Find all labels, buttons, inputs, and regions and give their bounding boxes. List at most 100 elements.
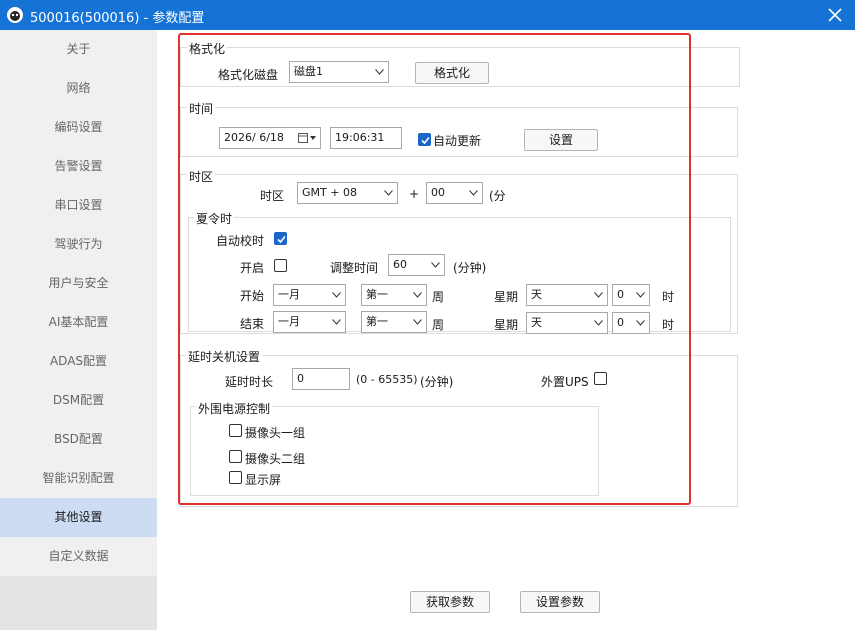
timezone-group-label: 时区 [187,168,216,185]
dst-end-weekday-select[interactable]: 天 [526,312,608,334]
timezone-label: 时区 [260,189,285,203]
timezone-select[interactable]: GMT + 08 [297,182,398,204]
sidebar-item-bsd[interactable]: BSD配置 [0,420,157,459]
dst-end-hour-value: 0 [617,316,624,329]
ups-checkbox[interactable] [594,372,607,385]
sidebar-item-other-settings[interactable]: 其他设置 [0,498,157,537]
power-group-label: 外围电源控制 [196,400,273,417]
dst-end-hour-unit: 时 [662,318,675,332]
timezone-minute-unit: (分 [489,189,506,203]
dst-adjust-select[interactable]: 60 [388,254,445,276]
dst-end-month-value: 一月 [278,315,300,328]
calendar-icon [298,128,316,148]
auto-update-checkbox[interactable] [418,133,431,146]
close-button[interactable] [815,0,855,30]
camera-group1-label: 摄像头一组 [245,426,306,440]
dst-adjust-unit: (分钟) [453,261,487,275]
chevron-down-icon [431,255,440,275]
get-params-button[interactable]: 获取参数 [410,591,490,613]
time-group-label: 时间 [187,100,216,117]
timezone-minute-value: 00 [431,186,445,199]
dst-end-hour-select[interactable]: 0 [612,312,650,334]
format-button[interactable]: 格式化 [415,62,489,84]
camera-group2-label: 摄像头二组 [245,452,306,466]
camera-group1-checkbox[interactable] [229,424,242,437]
camera-group2-checkbox[interactable] [229,450,242,463]
sidebar-item-ai-basic[interactable]: AI基本配置 [0,303,157,342]
close-icon[interactable] [828,8,842,22]
sidebar-item-custom-data[interactable]: 自定义数据 [0,537,157,576]
shutdown-group-label: 延时关机设置 [186,348,263,365]
format-disk-select[interactable]: 磁盘1 [289,61,389,83]
delay-range: (0 - 65535) [356,373,418,386]
dst-start-week-select[interactable]: 第一 [361,284,427,306]
dst-end-week-value: 第一 [366,315,388,328]
dst-enable-label: 开启 [240,261,265,275]
app-icon [7,7,23,23]
chevron-down-icon [332,312,341,332]
window-title: 500016(500016) - 参数配置 [30,11,205,26]
time-set-button[interactable]: 设置 [524,129,598,151]
sidebar-item-user-security[interactable]: 用户与安全 [0,264,157,303]
dst-end-label: 结束 [240,317,265,331]
dst-start-hour-select[interactable]: 0 [612,284,650,306]
dst-start-weekday-label: 星期 [494,290,519,304]
delay-label: 延时时长 [225,375,274,389]
chevron-down-icon [413,285,422,305]
dst-end-week-select[interactable]: 第一 [361,311,427,333]
dst-end-weekday-label: 星期 [494,318,519,332]
time-input[interactable]: 19:06:31 [330,127,402,149]
chevron-down-icon [375,62,384,82]
set-params-button[interactable]: 设置参数 [520,591,600,613]
timezone-minute-select[interactable]: 00 [426,182,483,204]
chevron-down-icon [594,285,603,305]
chevron-down-icon [636,313,645,333]
date-picker[interactable]: 2026/ 6/18 [219,127,321,149]
format-disk-value: 磁盘1 [294,65,323,78]
dst-start-month-value: 一月 [278,288,300,301]
chevron-down-icon [413,312,422,332]
dst-end-weekday-value: 天 [531,316,542,329]
plus-sign: + [409,187,420,201]
format-group-label: 格式化 [187,40,228,57]
dst-group-label: 夏令时 [194,210,235,227]
sidebar-item-about[interactable]: 关于 [0,30,157,69]
dst-end-week-unit: 周 [432,318,445,332]
sidebar-item-alarm[interactable]: 告警设置 [0,147,157,186]
dst-start-label: 开始 [240,289,265,303]
delay-unit: (分钟) [420,375,454,389]
dst-start-week-unit: 周 [432,290,445,304]
format-disk-label: 格式化磁盘 [218,68,279,82]
dst-auto-checkbox[interactable] [274,232,287,245]
chevron-down-icon [469,183,478,203]
check-icon [421,136,430,145]
dst-end-month-select[interactable]: 一月 [273,311,346,333]
sidebar-item-smart-recognition[interactable]: 智能识别配置 [0,459,157,498]
check-icon [277,235,286,244]
chevron-down-icon [594,313,603,333]
sidebar-item-driving[interactable]: 驾驶行为 [0,225,157,264]
chevron-down-icon [636,285,645,305]
display-checkbox[interactable] [229,471,242,484]
sidebar-item-adas[interactable]: ADAS配置 [0,342,157,381]
dst-adjust-label: 调整时间 [330,261,379,275]
dst-start-weekday-select[interactable]: 天 [526,284,608,306]
dst-adjust-value: 60 [393,258,407,271]
dst-start-hour-value: 0 [617,288,624,301]
chevron-down-icon [384,183,393,203]
dst-start-weekday-value: 天 [531,288,542,301]
auto-update-label: 自动更新 [433,134,482,148]
display-label: 显示屏 [245,473,282,487]
sidebar-item-dsm[interactable]: DSM配置 [0,381,157,420]
dst-enable-checkbox[interactable] [274,259,287,272]
sidebar-item-encoding[interactable]: 编码设置 [0,108,157,147]
delay-input[interactable]: 0 [292,368,350,390]
dst-start-month-select[interactable]: 一月 [273,284,346,306]
sidebar: 关于 网络 编码设置 告警设置 串口设置 驾驶行为 用户与安全 AI基本配置 A… [0,30,157,630]
sidebar-item-network[interactable]: 网络 [0,69,157,108]
sidebar-item-serial[interactable]: 串口设置 [0,186,157,225]
timezone-value: GMT + 08 [302,186,357,199]
chevron-down-icon [332,285,341,305]
dst-start-hour-unit: 时 [662,290,675,304]
title-bar: 500016(500016) - 参数配置 [0,0,855,30]
